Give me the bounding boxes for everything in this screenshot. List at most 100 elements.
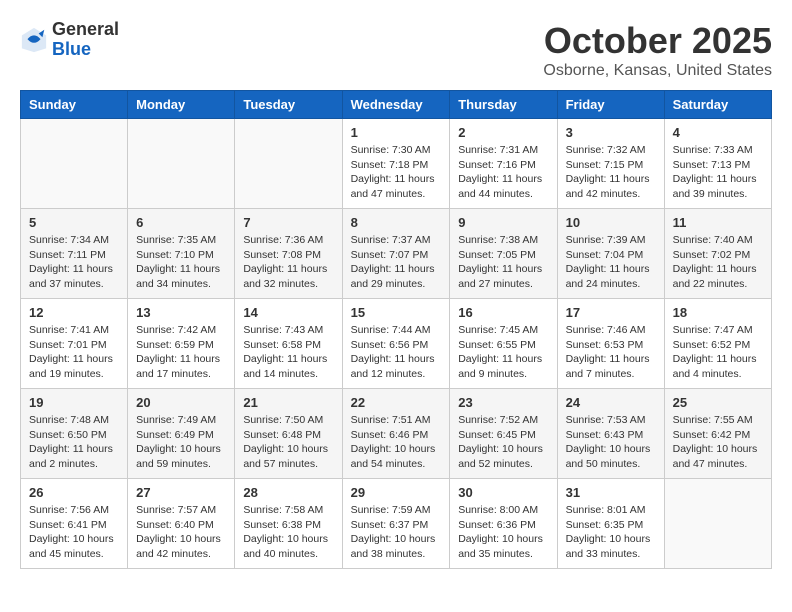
week-row-1: 1Sunrise: 7:30 AMSunset: 7:18 PMDaylight… — [21, 119, 772, 209]
day-number: 28 — [243, 485, 333, 500]
day-number: 20 — [136, 395, 226, 410]
day-number: 11 — [673, 215, 763, 230]
title-block: October 2025 Osborne, Kansas, United Sta… — [543, 20, 772, 80]
day-info: Sunrise: 7:53 AMSunset: 6:43 PMDaylight:… — [566, 413, 656, 472]
calendar-cell: 18Sunrise: 7:47 AMSunset: 6:52 PMDayligh… — [664, 299, 771, 389]
calendar-cell: 9 Sunrise: 7:38 AMSunset: 7:05 PMDaylight… — [450, 209, 557, 299]
day-info: Sunrise: 7:39 AMSunset: 7:04 PMDaylight:… — [566, 233, 656, 292]
weekday-header-thursday: Thursday — [450, 91, 557, 119]
calendar-cell: 21 Sunrise: 7:50 AMSunset: 6:48 PMDayligh… — [235, 389, 342, 479]
day-number: 10 — [566, 215, 656, 230]
weekday-header-tuesday: Tuesday — [235, 91, 342, 119]
calendar-cell: 6 Sunrise: 7:35 AMSunset: 7:10 PMDaylight… — [128, 209, 235, 299]
calendar-cell: 25 Sunrise: 7:55 AMSunset: 6:42 PMDayligh… — [664, 389, 771, 479]
calendar-cell: 26Sunrise: 7:56 AMSunset: 6:41 PMDayligh… — [21, 479, 128, 569]
day-number: 31 — [566, 485, 656, 500]
calendar-cell: 7Sunrise: 7:36 AMSunset: 7:08 PMDaylight… — [235, 209, 342, 299]
day-info: Sunrise: 7:45 AMSunset: 6:55 PMDaylight:… — [458, 323, 548, 382]
calendar-cell: 30Sunrise: 8:00 AMSunset: 6:36 PMDayligh… — [450, 479, 557, 569]
logo: General Blue — [20, 20, 119, 60]
day-number: 23 — [458, 395, 548, 410]
day-info: Sunrise: 7:46 AMSunset: 6:53 PMDaylight:… — [566, 323, 656, 382]
day-info: Sunrise: 7:38 AMSunset: 7:05 PMDaylight:… — [458, 233, 548, 292]
day-number: 19 — [29, 395, 119, 410]
day-number: 8 — [351, 215, 442, 230]
calendar-cell — [235, 119, 342, 209]
day-info: Sunrise: 7:51 AMSunset: 6:46 PMDaylight:… — [351, 413, 442, 472]
calendar-cell: 2Sunrise: 7:31 AMSunset: 7:16 PMDaylight… — [450, 119, 557, 209]
day-number: 25 — [673, 395, 763, 410]
day-info: Sunrise: 7:35 AMSunset: 7:10 PMDaylight:… — [136, 233, 226, 292]
day-info: Sunrise: 7:55 AMSunset: 6:42 PMDaylight:… — [673, 413, 763, 472]
day-number: 5 — [29, 215, 119, 230]
calendar-cell: 14Sunrise: 7:43 AMSunset: 6:58 PMDayligh… — [235, 299, 342, 389]
calendar-cell: 4 Sunrise: 7:33 AMSunset: 7:13 PMDaylight… — [664, 119, 771, 209]
day-number: 17 — [566, 305, 656, 320]
day-number: 29 — [351, 485, 442, 500]
day-number: 4 — [673, 125, 763, 140]
week-row-5: 26Sunrise: 7:56 AMSunset: 6:41 PMDayligh… — [21, 479, 772, 569]
day-info: Sunrise: 7:33 AMSunset: 7:13 PMDaylight:… — [673, 143, 763, 202]
calendar-cell — [21, 119, 128, 209]
day-info: Sunrise: 7:50 AMSunset: 6:48 PMDaylight:… — [243, 413, 333, 472]
month-title: October 2025 — [543, 20, 772, 62]
day-info: Sunrise: 7:49 AMSunset: 6:49 PMDaylight:… — [136, 413, 226, 472]
day-info: Sunrise: 7:59 AMSunset: 6:37 PMDaylight:… — [351, 503, 442, 562]
weekday-header-sunday: Sunday — [21, 91, 128, 119]
calendar-cell: 8 Sunrise: 7:37 AMSunset: 7:07 PMDaylight… — [342, 209, 450, 299]
weekday-header-monday: Monday — [128, 91, 235, 119]
day-info: Sunrise: 7:36 AMSunset: 7:08 PMDaylight:… — [243, 233, 333, 292]
day-info: Sunrise: 7:44 AMSunset: 6:56 PMDaylight:… — [351, 323, 442, 382]
week-row-3: 12 Sunrise: 7:41 AMSunset: 7:01 PMDayligh… — [21, 299, 772, 389]
logo-general-label: General — [52, 20, 119, 40]
day-info: Sunrise: 7:32 AMSunset: 7:15 PMDaylight:… — [566, 143, 656, 202]
logo-blue-label: Blue — [52, 40, 119, 60]
weekday-header-wednesday: Wednesday — [342, 91, 450, 119]
calendar-cell: 19 Sunrise: 7:48 AMSunset: 6:50 PMDayligh… — [21, 389, 128, 479]
day-info: Sunrise: 7:48 AMSunset: 6:50 PMDaylight:… — [29, 413, 119, 472]
calendar-cell: 5 Sunrise: 7:34 AMSunset: 7:11 PMDaylight… — [21, 209, 128, 299]
day-number: 15 — [351, 305, 442, 320]
day-info: Sunrise: 7:52 AMSunset: 6:45 PMDaylight:… — [458, 413, 548, 472]
day-number: 3 — [566, 125, 656, 140]
day-number: 1 — [351, 125, 442, 140]
calendar-cell: 12 Sunrise: 7:41 AMSunset: 7:01 PMDayligh… — [21, 299, 128, 389]
day-info: Sunrise: 7:58 AMSunset: 6:38 PMDaylight:… — [243, 503, 333, 562]
day-number: 2 — [458, 125, 548, 140]
day-info: Sunrise: 7:34 AMSunset: 7:11 PMDaylight:… — [29, 233, 119, 292]
logo-text: General Blue — [52, 20, 119, 60]
page-header: General Blue October 2025 Osborne, Kansa… — [20, 20, 772, 80]
day-number: 21 — [243, 395, 333, 410]
day-number: 30 — [458, 485, 548, 500]
location: Osborne, Kansas, United States — [543, 62, 772, 80]
weekday-header-row: SundayMondayTuesdayWednesdayThursdayFrid… — [21, 91, 772, 119]
calendar-cell: 13Sunrise: 7:42 AMSunset: 6:59 PMDayligh… — [128, 299, 235, 389]
weekday-header-friday: Friday — [557, 91, 664, 119]
calendar-cell: 20 Sunrise: 7:49 AMSunset: 6:49 PMDayligh… — [128, 389, 235, 479]
day-info: Sunrise: 7:41 AMSunset: 7:01 PMDaylight:… — [29, 323, 119, 382]
day-number: 22 — [351, 395, 442, 410]
day-number: 6 — [136, 215, 226, 230]
calendar-cell: 24Sunrise: 7:53 AMSunset: 6:43 PMDayligh… — [557, 389, 664, 479]
calendar-cell: 1Sunrise: 7:30 AMSunset: 7:18 PMDaylight… — [342, 119, 450, 209]
day-info: Sunrise: 7:42 AMSunset: 6:59 PMDaylight:… — [136, 323, 226, 382]
day-number: 12 — [29, 305, 119, 320]
day-info: Sunrise: 7:56 AMSunset: 6:41 PMDaylight:… — [29, 503, 119, 562]
day-number: 9 — [458, 215, 548, 230]
calendar-cell: 11 Sunrise: 7:40 AMSunset: 7:02 PMDayligh… — [664, 209, 771, 299]
day-info: Sunrise: 7:40 AMSunset: 7:02 PMDaylight:… — [673, 233, 763, 292]
calendar-cell: 17 Sunrise: 7:46 AMSunset: 6:53 PMDayligh… — [557, 299, 664, 389]
day-number: 18 — [673, 305, 763, 320]
day-info: Sunrise: 7:43 AMSunset: 6:58 PMDaylight:… — [243, 323, 333, 382]
day-number: 16 — [458, 305, 548, 320]
calendar-cell: 22 Sunrise: 7:51 AMSunset: 6:46 PMDayligh… — [342, 389, 450, 479]
day-info: Sunrise: 7:37 AMSunset: 7:07 PMDaylight:… — [351, 233, 442, 292]
week-row-4: 19 Sunrise: 7:48 AMSunset: 6:50 PMDayligh… — [21, 389, 772, 479]
calendar-cell: 28 Sunrise: 7:58 AMSunset: 6:38 PMDayligh… — [235, 479, 342, 569]
weekday-header-saturday: Saturday — [664, 91, 771, 119]
calendar-cell: 23 Sunrise: 7:52 AMSunset: 6:45 PMDayligh… — [450, 389, 557, 479]
week-row-2: 5 Sunrise: 7:34 AMSunset: 7:11 PMDaylight… — [21, 209, 772, 299]
calendar-cell: 15 Sunrise: 7:44 AMSunset: 6:56 PMDayligh… — [342, 299, 450, 389]
calendar-cell — [664, 479, 771, 569]
calendar-cell: 16 Sunrise: 7:45 AMSunset: 6:55 PMDayligh… — [450, 299, 557, 389]
